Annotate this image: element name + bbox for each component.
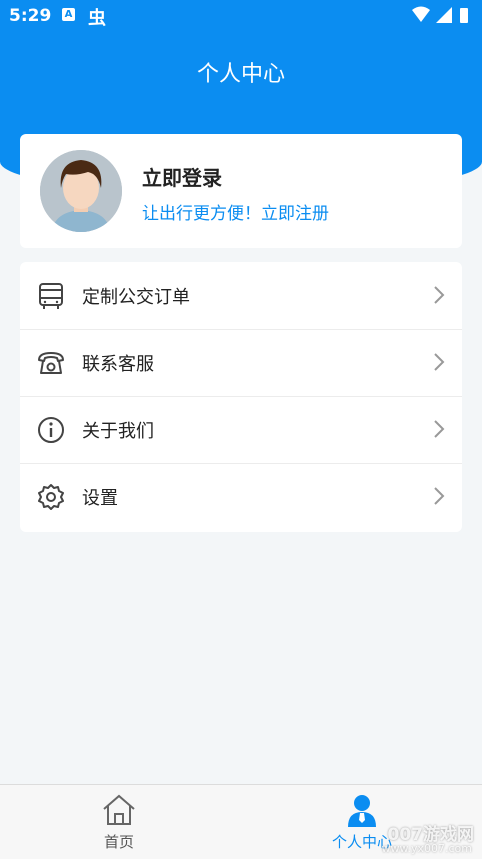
battery-icon — [460, 8, 468, 23]
menu-card: 定制公交订单 联系客服 关于我们 设置 — [20, 262, 462, 532]
notification-a-icon: A — [62, 8, 75, 21]
chevron-right-icon — [434, 420, 445, 438]
notification-bug-icon: 虫 — [88, 8, 106, 29]
menu-item-customer-service[interactable]: 联系客服 — [20, 329, 462, 397]
chevron-right-icon — [434, 487, 445, 505]
page-title: 个人中心 — [196, 62, 285, 87]
watermark-url: www.yx007.com — [381, 842, 472, 855]
person-icon — [348, 795, 376, 827]
status-bar: 5:29 A 虫 — [0, 0, 482, 32]
home-icon — [103, 794, 135, 825]
menu-item-label: 定制公交订单 — [82, 287, 190, 308]
nav-item-home[interactable]: 首页 — [59, 785, 179, 859]
chevron-right-icon — [434, 353, 445, 371]
signal-icon — [436, 7, 452, 23]
telephone-icon — [38, 352, 64, 374]
menu-item-label: 关于我们 — [82, 421, 154, 442]
status-time: 5:29 — [9, 6, 52, 26]
nav-label-home: 首页 — [103, 833, 134, 851]
menu-item-about-us[interactable]: 关于我们 — [20, 396, 462, 464]
avatar[interactable] — [40, 150, 122, 232]
login-title[interactable]: 立即登录 — [142, 162, 222, 191]
status-icons — [412, 6, 468, 23]
menu-item-settings[interactable]: 设置 — [20, 463, 462, 530]
info-icon — [38, 417, 64, 443]
menu-item-label: 联系客服 — [82, 354, 154, 375]
menu-item-label: 设置 — [82, 488, 118, 509]
wifi-icon — [412, 6, 430, 22]
gear-icon — [38, 484, 64, 510]
bus-icon — [39, 283, 63, 309]
chevron-right-icon — [434, 286, 445, 304]
profile-card[interactable]: 立即登录 让出行更方便！立即注册 — [20, 134, 462, 248]
avatar-image — [40, 150, 122, 232]
register-link[interactable]: 让出行更方便！立即注册 — [142, 199, 329, 224]
menu-item-custom-bus-orders[interactable]: 定制公交订单 — [20, 262, 462, 330]
